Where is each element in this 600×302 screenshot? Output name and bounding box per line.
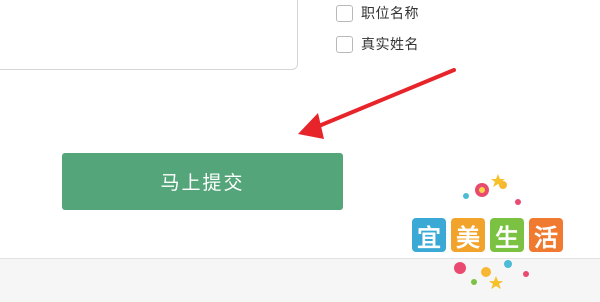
submit-button[interactable]: 马上提交 <box>62 153 343 210</box>
checkbox[interactable] <box>336 35 353 53</box>
watermark-char: 宜 <box>412 218 446 252</box>
option-label: 职位名称 <box>361 6 419 22</box>
option-job-title[interactable]: 职位名称 <box>336 3 419 23</box>
watermark-char: 活 <box>529 218 563 252</box>
option-label: 真实姓名 <box>361 37 419 53</box>
watermark-char: 美 <box>451 218 485 252</box>
text-area[interactable] <box>0 0 298 70</box>
watermark-char: 生 <box>490 218 524 252</box>
watermark-logo: 宜 美 生 活 <box>408 172 570 290</box>
option-real-name[interactable]: 真实姓名 <box>336 34 419 54</box>
checkbox[interactable] <box>336 4 353 22</box>
